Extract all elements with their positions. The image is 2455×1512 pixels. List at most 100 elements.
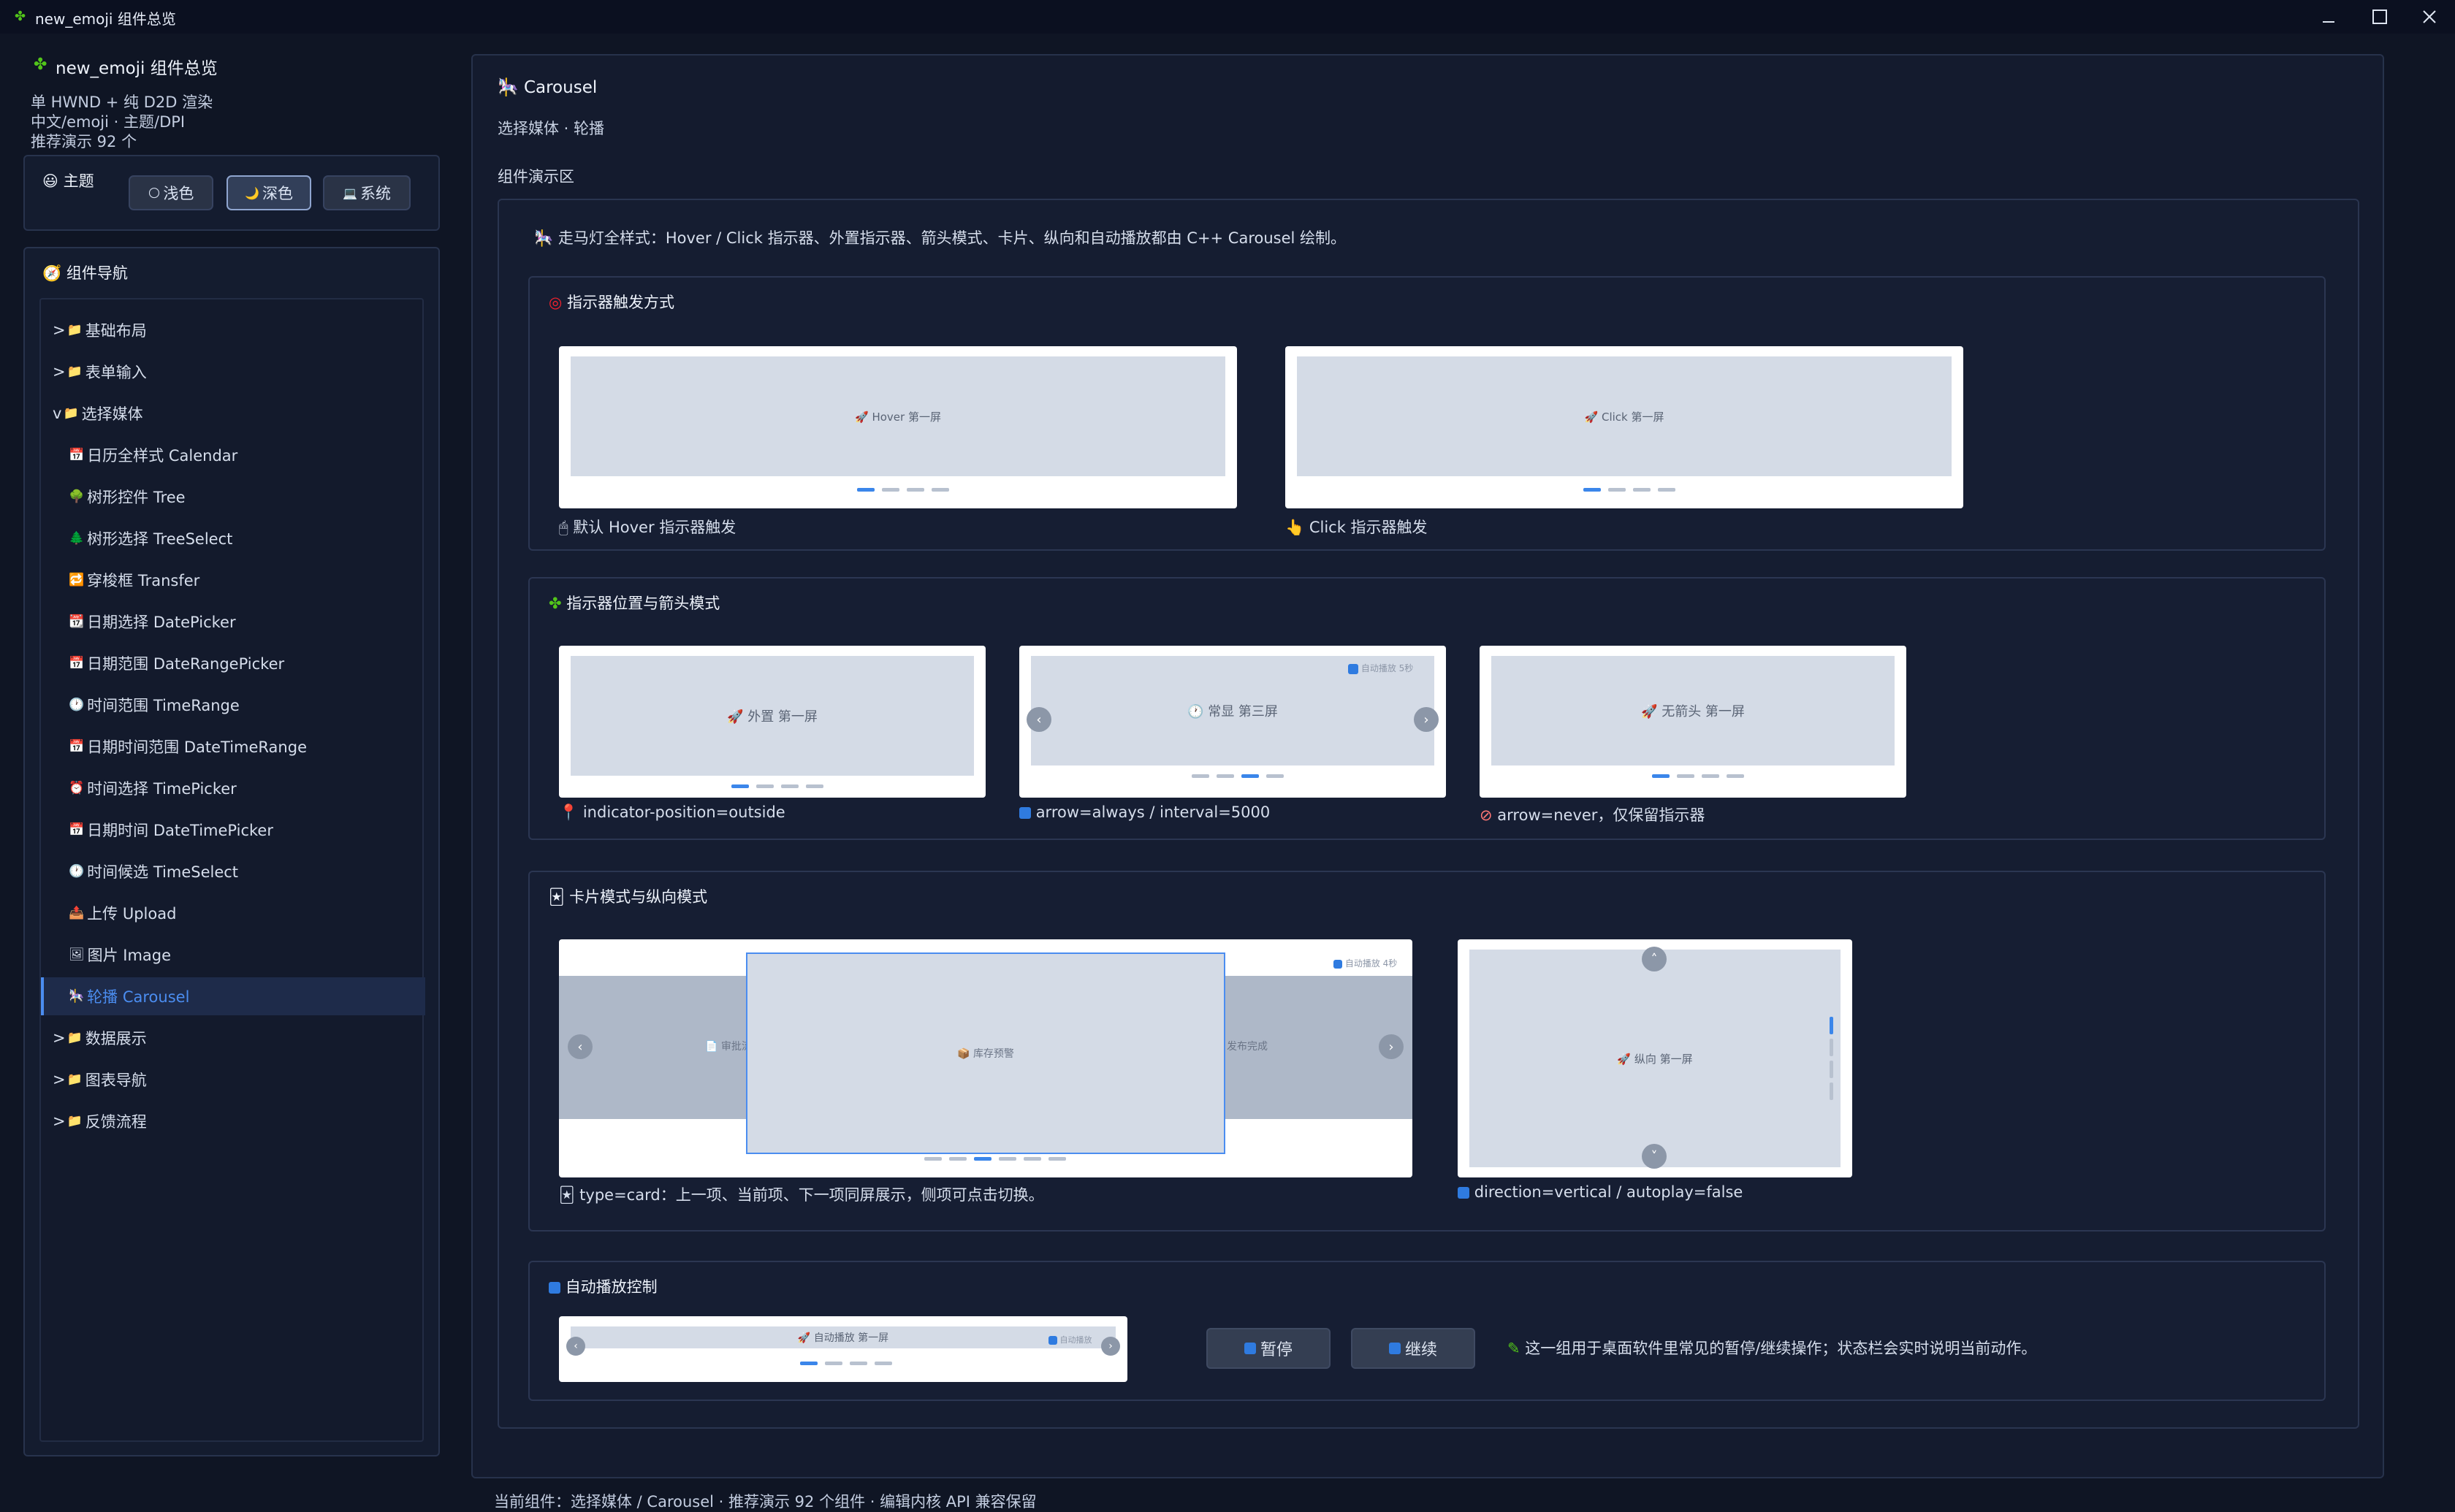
- demo-caption: 🃏 type=card：上一项、当前项、下一项同屏展示，侧项可点击切换。: [559, 1186, 1044, 1204]
- pause-button[interactable]: 暂停: [1206, 1328, 1331, 1369]
- next-arrow-button[interactable]: ›: [1101, 1337, 1120, 1356]
- indicator-dot[interactable]: [949, 1157, 967, 1161]
- down-arrow-button[interactable]: ˅: [1642, 1144, 1667, 1169]
- indicator-dot[interactable]: [924, 1157, 942, 1161]
- carousel-vertical[interactable]: 🚀 纵向 第一屏 ˄ ˅: [1458, 939, 1852, 1177]
- sidebar-item[interactable]: 📅 日期时间范围 DateTimeRange: [41, 728, 425, 765]
- indicator-dot[interactable]: [1652, 774, 1670, 778]
- nav-item-icon: 🌳: [69, 489, 85, 504]
- sidebar-item[interactable]: 🎠 轮播 Carousel: [41, 977, 425, 1015]
- carousel-indicators[interactable]: [1583, 488, 1675, 492]
- indicator-dot[interactable]: [1677, 774, 1694, 778]
- sidebar-item[interactable]: > 📁 基础布局: [41, 311, 425, 349]
- next-arrow-button[interactable]: ›: [1414, 707, 1439, 732]
- indicator-dot[interactable]: [1217, 774, 1234, 778]
- sidebar-item[interactable]: 📆 日期选择 DatePicker: [41, 603, 425, 641]
- nav-item-label: 日期时间范围 DateTimeRange: [87, 738, 307, 756]
- carousel-outside[interactable]: 🚀 外置 第一屏: [559, 646, 986, 798]
- sidebar-item[interactable]: 📅 日期范围 DateRangePicker: [41, 644, 425, 682]
- indicator-dot[interactable]: [1633, 488, 1651, 492]
- indicator-dot[interactable]: [1192, 774, 1209, 778]
- indicator-dot[interactable]: [1658, 488, 1675, 492]
- indicator-dot[interactable]: [1583, 488, 1601, 492]
- theme-system-button[interactable]: 💻 系统: [323, 175, 411, 210]
- maximize-button[interactable]: [2354, 0, 2405, 34]
- card-current-item[interactable]: 📦 库存预警: [746, 952, 1225, 1154]
- theme-light-button[interactable]: 🌕 浅色: [129, 175, 213, 210]
- theme-dark-button[interactable]: 🌙 深色: [227, 175, 311, 210]
- carousel-indicators[interactable]: [731, 784, 823, 788]
- indicator-dot[interactable]: [1048, 1157, 1066, 1161]
- pencil-icon: ✎: [1507, 1340, 1520, 1357]
- indicator-dot[interactable]: [1830, 1083, 1833, 1100]
- sidebar-item[interactable]: > 📁 表单输入: [41, 353, 425, 391]
- nav-item-label: 数据展示: [85, 1030, 147, 1047]
- carousel-indicators[interactable]: [924, 1157, 1066, 1161]
- chevron-right-icon: >: [53, 1071, 66, 1088]
- indicator-dot[interactable]: [1830, 1061, 1833, 1078]
- info-line: 中文/emoji · 主题/DPI: [31, 113, 186, 131]
- sidebar-item[interactable]: 🖼 图片 Image: [41, 936, 425, 974]
- puzzle-icon: ✤: [549, 595, 562, 612]
- sidebar-item[interactable]: 🌲 树形选择 TreeSelect: [41, 519, 425, 557]
- indicator-dot[interactable]: [800, 1362, 818, 1365]
- close-button[interactable]: [2404, 0, 2455, 34]
- carousel-autoplay[interactable]: 🚀 自动播放 第一屏 自动播放 ‹ ›: [559, 1316, 1127, 1382]
- sidebar-item[interactable]: > 📁 数据展示: [41, 1019, 425, 1057]
- sidebar-item[interactable]: 🔁 穿梭框 Transfer: [41, 561, 425, 599]
- indicator-dot[interactable]: [825, 1362, 842, 1365]
- indicator-dot[interactable]: [1608, 488, 1626, 492]
- indicator-dot[interactable]: [1266, 774, 1284, 778]
- indicator-dot[interactable]: [1024, 1157, 1041, 1161]
- sidebar-item[interactable]: v 📁 选择媒体: [41, 394, 425, 432]
- carousel-indicators[interactable]: [857, 488, 949, 492]
- indicator-dot[interactable]: [907, 488, 924, 492]
- sidebar-item[interactable]: > 📁 反馈流程: [41, 1102, 425, 1140]
- carousel-arrow-always[interactable]: 🕐 常显 第三屏 自动播放 5秒 ‹ ›: [1019, 646, 1446, 798]
- indicator-dot[interactable]: [1727, 774, 1744, 778]
- indicator-dot[interactable]: [1241, 774, 1259, 778]
- carousel-indicators[interactable]: [1652, 774, 1744, 778]
- indicator-dot[interactable]: [1702, 774, 1719, 778]
- up-arrow-button[interactable]: ˄: [1642, 947, 1667, 971]
- indicator-dot[interactable]: [875, 1362, 892, 1365]
- indicator-dot[interactable]: [999, 1157, 1016, 1161]
- prev-arrow-button[interactable]: ‹: [1027, 707, 1051, 732]
- indicator-dot[interactable]: [850, 1362, 867, 1365]
- next-arrow-button[interactable]: ›: [1379, 1034, 1404, 1059]
- nav-item-icon: 🎠: [69, 989, 85, 1004]
- prev-arrow-button[interactable]: ‹: [568, 1034, 593, 1059]
- indicator-dot[interactable]: [806, 784, 823, 788]
- sidebar-item[interactable]: 📤 上传 Upload: [41, 894, 425, 932]
- sidebar-item[interactable]: > 📁 图表导航: [41, 1061, 425, 1099]
- nav-item-label: 日期时间 DateTimePicker: [87, 822, 273, 839]
- resume-button[interactable]: 继续: [1351, 1328, 1475, 1369]
- carousel-card[interactable]: 📄 审批流 发布完成 📦 库存预警 自动播放 4秒 ‹ ›: [559, 939, 1412, 1177]
- indicator-dot[interactable]: [1830, 1017, 1833, 1034]
- indicator-dot[interactable]: [932, 488, 949, 492]
- carousel-slide: 🚀 Hover 第一屏: [571, 356, 1225, 476]
- indicator-dot[interactable]: [781, 784, 799, 788]
- indicator-dot[interactable]: [1830, 1039, 1833, 1056]
- carousel-indicators[interactable]: [1192, 774, 1284, 778]
- sidebar-item[interactable]: 🕐 时间候选 TimeSelect: [41, 852, 425, 890]
- carousel-indicators[interactable]: [800, 1362, 892, 1365]
- indicator-dot[interactable]: [974, 1157, 991, 1161]
- sidebar-item[interactable]: 🕐 时间范围 TimeRange: [41, 686, 425, 724]
- carousel-arrow-never[interactable]: 🚀 无箭头 第一屏: [1480, 646, 1906, 798]
- sidebar-item[interactable]: 📅 日历全样式 Calendar: [41, 436, 425, 474]
- prev-arrow-button[interactable]: ‹: [566, 1337, 585, 1356]
- indicator-dot[interactable]: [731, 784, 749, 788]
- carousel-click[interactable]: 🚀 Click 第一屏: [1285, 346, 1963, 508]
- sidebar-item[interactable]: 🌳 树形控件 Tree: [41, 478, 425, 516]
- carousel-hover[interactable]: 🚀 Hover 第一屏: [559, 346, 1237, 508]
- indicator-dot[interactable]: [882, 488, 899, 492]
- card-prev-item[interactable]: 📄 审批流: [705, 1039, 752, 1053]
- sidebar-item[interactable]: ⏰ 时间选择 TimePicker: [41, 769, 425, 807]
- sidebar-item[interactable]: 📅 日期时间 DateTimePicker: [41, 811, 425, 849]
- nav-item-icon: 📆: [69, 614, 85, 629]
- indicator-dot[interactable]: [756, 784, 774, 788]
- card-next-item[interactable]: 发布完成: [1227, 1039, 1268, 1053]
- indicator-dot[interactable]: [857, 488, 875, 492]
- minimize-button[interactable]: [2303, 0, 2354, 34]
